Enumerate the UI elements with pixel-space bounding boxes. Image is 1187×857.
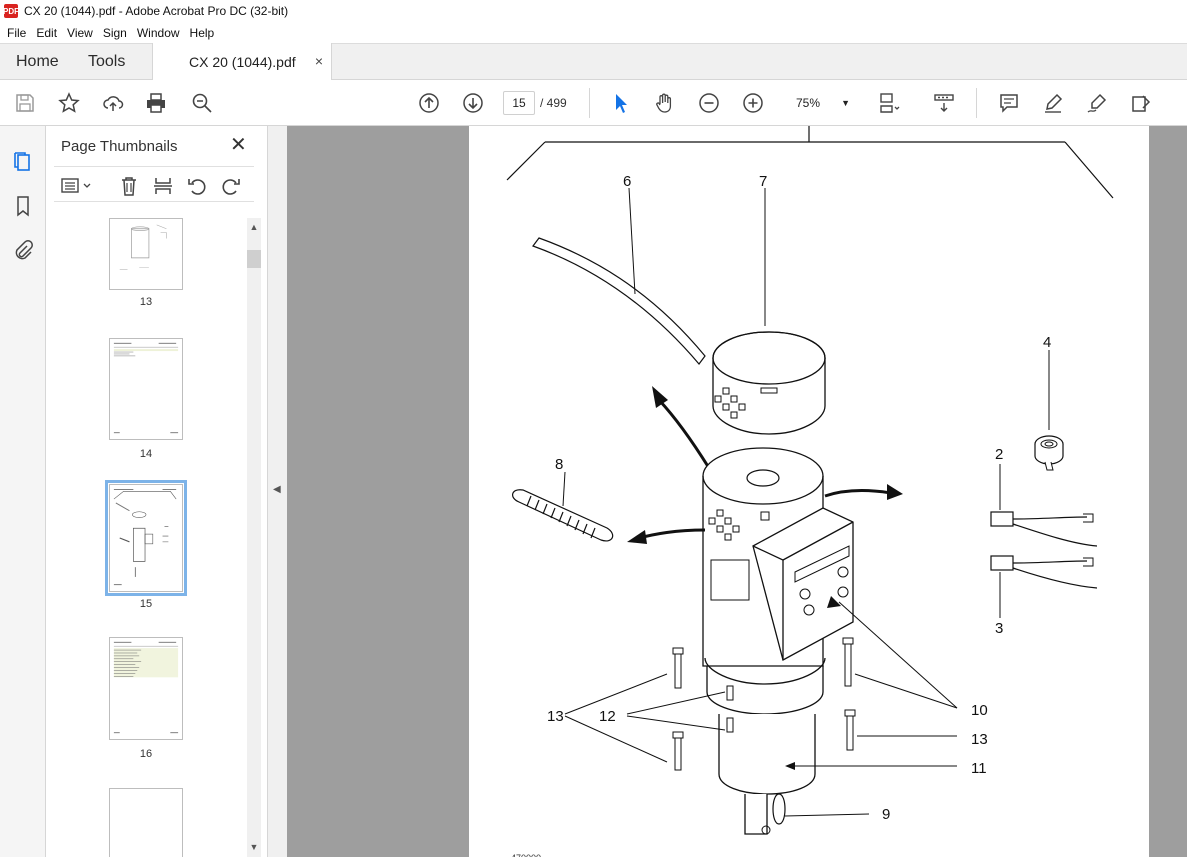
zoom-in-icon[interactable] (740, 90, 766, 116)
tab-home[interactable]: Home (16, 44, 59, 80)
window-title: CX 20 (1044).pdf - Adobe Acrobat Pro DC … (24, 4, 289, 18)
next-page-icon[interactable] (460, 90, 486, 116)
menu-window[interactable]: Window (132, 26, 185, 40)
callout-label: 11 (971, 760, 987, 777)
thumbnail-options-icon[interactable] (60, 175, 94, 197)
callout-label: 8 (555, 456, 563, 473)
thumbnail-label: 15 (139, 598, 153, 610)
attachments-icon[interactable] (10, 238, 36, 264)
toolbar-divider (589, 88, 590, 118)
panel-toolbar (54, 166, 254, 202)
search-zoom-icon[interactable] (189, 90, 215, 116)
figure-code: 470000 (511, 853, 541, 857)
close-panel-icon[interactable]: ✕ (230, 135, 247, 155)
document-tab-label: CX 20 (1044).pdf (189, 54, 296, 70)
thumbnail-label: 13 (139, 296, 153, 308)
page-thumbnail[interactable] (109, 788, 183, 857)
tab-document[interactable]: CX 20 (1044).pdf × (152, 43, 332, 81)
callout-label: 2 (995, 446, 1003, 463)
hand-tool-icon[interactable] (652, 90, 678, 116)
panel-splitter[interactable]: ◀ (267, 126, 287, 857)
insert-page-icon[interactable] (152, 175, 174, 197)
menu-edit[interactable]: Edit (31, 26, 62, 40)
acrobat-app-icon: PDF (3, 4, 19, 18)
page-thumbnail[interactable] (109, 637, 183, 740)
save-icon[interactable] (12, 90, 38, 116)
panel-title: Page Thumbnails (61, 138, 178, 155)
zoom-select[interactable]: 75% ▼ (786, 91, 856, 115)
thumbnail-scrollbar[interactable] (247, 218, 261, 857)
callout-label: 7 (759, 173, 767, 190)
left-navigation-rail (0, 126, 46, 857)
title-bar: PDF CX 20 (1044).pdf - Adobe Acrobat Pro… (0, 0, 1187, 22)
upload-icon[interactable] (100, 90, 126, 116)
zoom-value: 75% (796, 96, 821, 110)
print-icon[interactable] (143, 90, 169, 116)
comment-icon[interactable] (996, 90, 1022, 116)
tab-bar: Home Tools CX 20 (1044).pdf × (0, 43, 1187, 81)
prev-page-icon[interactable] (416, 90, 442, 116)
callout-label: 10 (971, 702, 988, 719)
bookmark-star-icon[interactable] (56, 90, 82, 116)
thumbnails-panel: Page Thumbnails ✕ 13 14 15 16 ▲ ▼ (46, 126, 267, 857)
page-thumbnail-selected[interactable] (105, 480, 187, 596)
menu-sign[interactable]: Sign (98, 26, 132, 40)
page-fit-icon[interactable] (876, 90, 902, 116)
select-cursor-icon[interactable] (608, 90, 634, 116)
toolbar-divider (976, 88, 977, 118)
zoom-out-icon[interactable] (696, 90, 722, 116)
scroll-mode-icon[interactable] (931, 90, 957, 116)
menu-file[interactable]: File (2, 26, 31, 40)
menu-view[interactable]: View (62, 26, 98, 40)
collapse-panel-icon[interactable]: ◀ (273, 484, 281, 495)
scroll-up-icon[interactable]: ▲ (247, 222, 261, 236)
callout-label: 9 (882, 806, 890, 823)
callout-label: 4 (1043, 334, 1051, 351)
thumbnail-list: 13 14 15 16 (46, 218, 246, 857)
tab-tools[interactable]: Tools (88, 44, 125, 80)
callout-label: 13 (971, 731, 988, 748)
menu-help[interactable]: Help (185, 26, 220, 40)
toolbar: 15 / 499 75% ▼ (0, 80, 1187, 126)
rotate-left-icon[interactable] (186, 175, 208, 197)
delete-page-icon[interactable] (118, 175, 140, 197)
page-total: / 499 (540, 96, 567, 110)
thumbnail-scrollbar-thumb[interactable] (247, 250, 261, 268)
page-thumbnail[interactable] (109, 338, 183, 440)
menu-bar: File Edit View Sign Window Help (0, 22, 1187, 43)
pdf-page: 6 7 4 2 8 3 10 13 12 13 11 9 470000 (469, 126, 1149, 857)
callout-label: 3 (995, 620, 1003, 637)
exploded-parts-drawing: 6 7 4 2 8 3 10 13 12 13 11 9 470000 (506, 126, 1114, 857)
rotate-right-icon[interactable] (220, 175, 242, 197)
highlight-icon[interactable] (1040, 90, 1066, 116)
callout-label: 13 (547, 708, 564, 725)
page-number-input[interactable]: 15 (503, 91, 535, 115)
callout-label: 6 (623, 173, 631, 190)
page-thumbnail[interactable] (109, 218, 183, 290)
chevron-down-icon: ▼ (841, 98, 850, 108)
sign-icon[interactable] (1084, 90, 1110, 116)
page-thumbnails-icon[interactable] (10, 148, 36, 174)
bookmarks-icon[interactable] (10, 193, 36, 219)
scroll-down-icon[interactable]: ▼ (247, 842, 261, 856)
thumbnail-label: 14 (139, 448, 153, 460)
fill-sign-icon[interactable] (1128, 90, 1154, 116)
callout-label: 12 (599, 708, 616, 725)
document-viewport[interactable]: 6 7 4 2 8 3 10 13 12 13 11 9 470000 (287, 126, 1187, 857)
close-tab-icon[interactable]: × (315, 53, 323, 69)
thumbnail-label: 16 (139, 748, 153, 760)
